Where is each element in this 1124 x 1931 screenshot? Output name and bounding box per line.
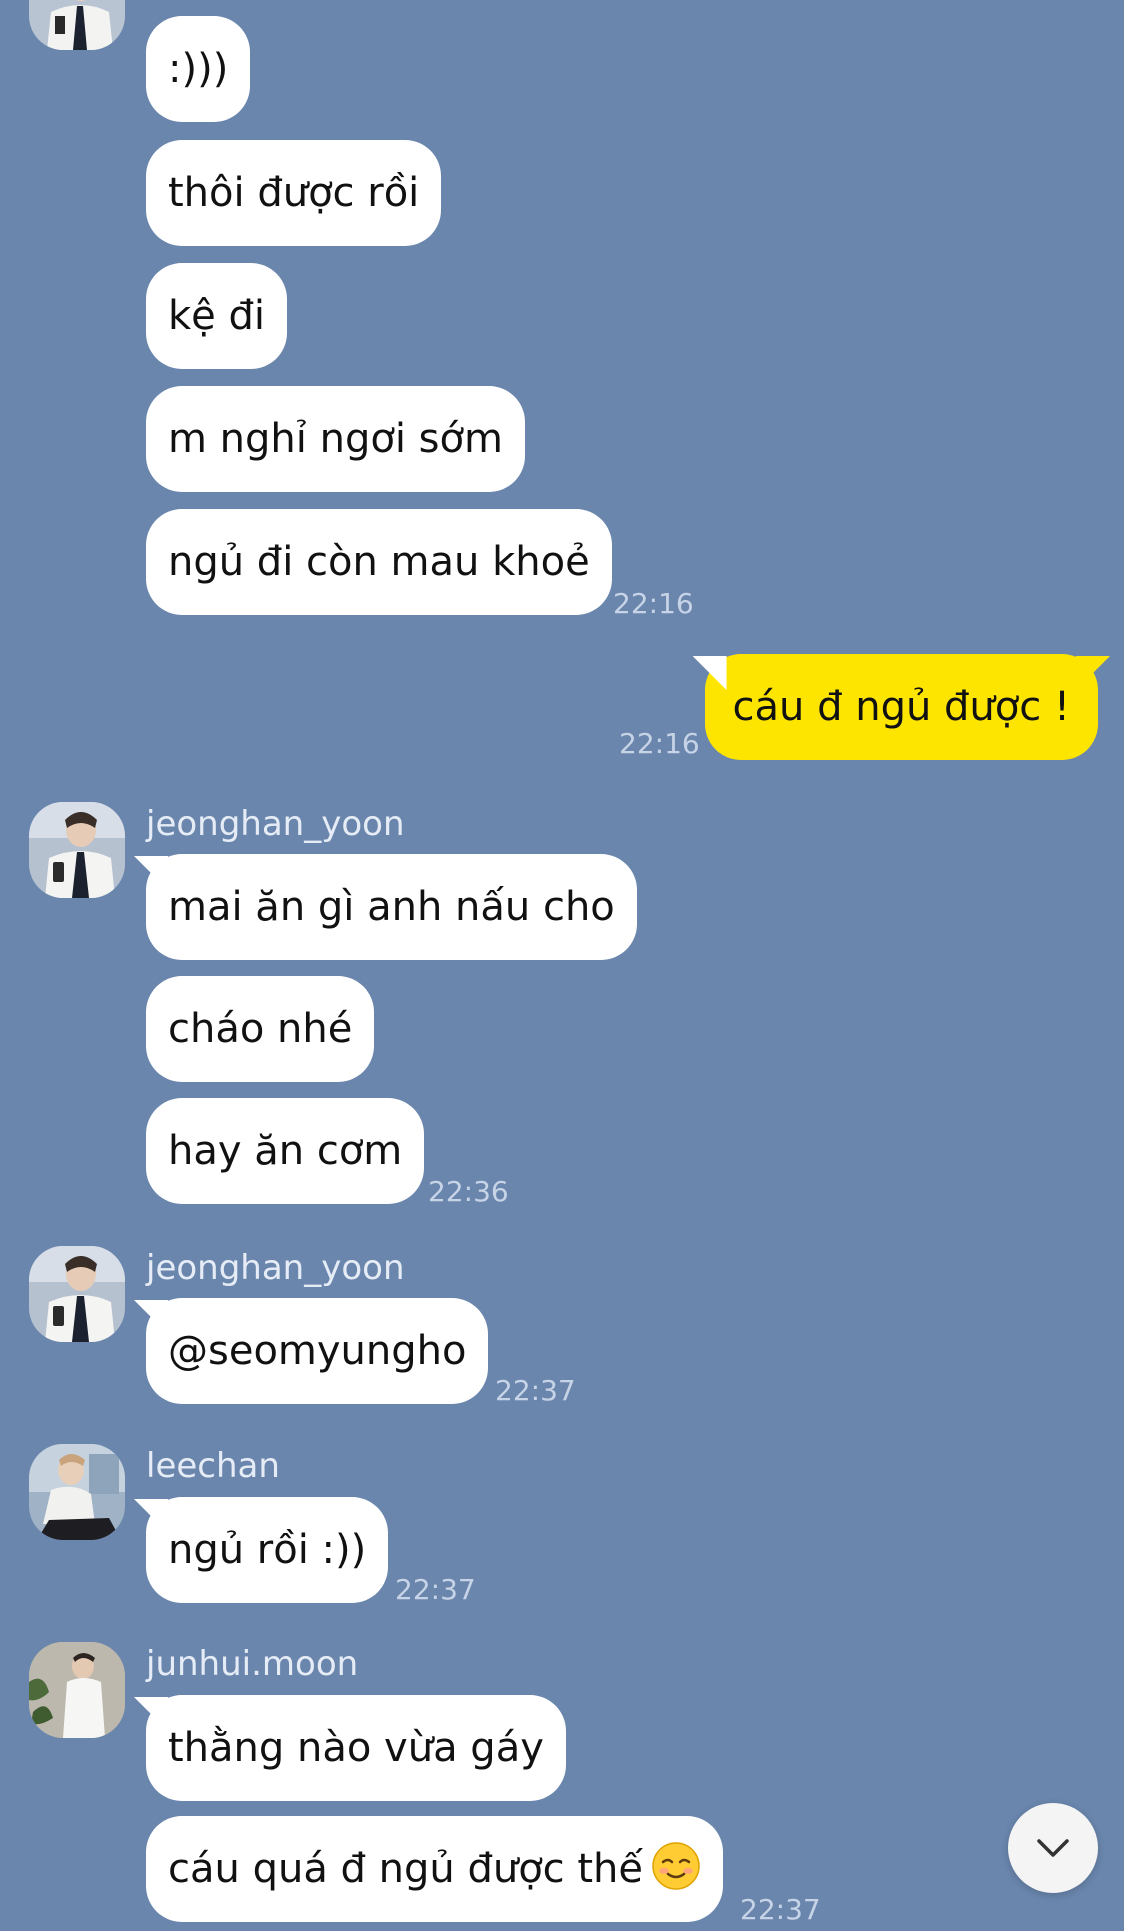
message-bubble[interactable]: :))) [146,16,251,122]
my-message-bubble[interactable]: cáu đ ngủ được ! [704,654,1098,760]
message-bubble[interactable]: @seomyungho [146,1298,489,1404]
message-time: 22:16 [613,587,694,620]
sender-name: jeonghan_yoon [146,1248,405,1288]
message-time: 22:37 [740,1893,821,1926]
message-time: 22:37 [395,1573,476,1606]
message-bubble[interactable]: cháo nhé [146,976,375,1082]
message-bubble[interactable]: mai ăn gì anh nấu cho [146,854,637,960]
chat-area[interactable]: :))) thôi được rồi kệ đi m nghỉ ngơi sớm… [0,0,1124,1926]
message-bubble[interactable]: thằng nào vừa gáy [146,1695,566,1801]
message-time: 22:36 [428,1175,509,1208]
message-bubble[interactable]: ngủ đi còn mau khoẻ [146,509,612,615]
sender-name: junhui.moon [146,1644,359,1684]
avatar-junhui-moon[interactable] [29,1642,125,1738]
sender-name: leechan [146,1446,280,1486]
avatar-leechan[interactable] [29,1444,125,1540]
message-bubble[interactable]: m nghỉ ngơi sớm [146,386,525,492]
chevron-down-icon [1037,1839,1069,1857]
avatar-jeonghan-yoon[interactable] [29,802,125,898]
message-bubble[interactable]: kệ đi [146,263,287,369]
message-text: cáu quá đ ngủ được thế [168,1846,644,1892]
sender-name: jeonghan_yoon [146,804,405,844]
message-time: 22:37 [495,1374,576,1407]
message-bubble[interactable]: thôi được rồi [146,140,442,246]
scroll-to-bottom-button[interactable] [1008,1803,1098,1893]
message-time: 22:16 [619,727,700,760]
avatar-jeonghan-partial[interactable] [29,0,125,50]
message-bubble[interactable]: ngủ rồi :)) [146,1497,389,1603]
smiling-face-icon [651,1825,701,1890]
message-bubble[interactable]: cáu quá đ ngủ được thế [146,1816,724,1922]
message-bubble[interactable]: hay ăn cơm [146,1098,425,1204]
avatar-jeonghan-yoon[interactable] [29,1246,125,1342]
